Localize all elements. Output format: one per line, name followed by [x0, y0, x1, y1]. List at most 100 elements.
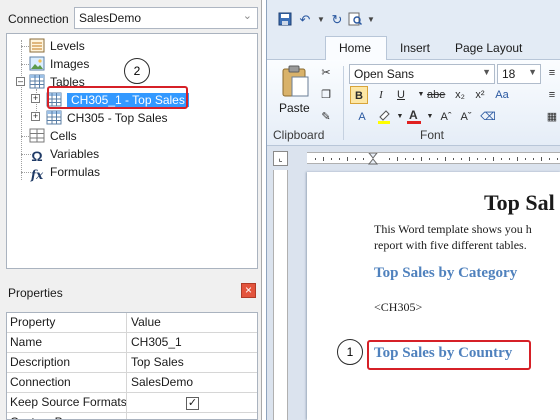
property-value[interactable]: SalesDemo: [128, 373, 257, 393]
tree-item-variables[interactable]: Ω Variables: [29, 146, 99, 164]
omega-icon: Ω: [31, 148, 43, 164]
callout-badge-2: 2: [124, 58, 150, 84]
images-icon: [29, 56, 45, 71]
heading-top-sales-by-category: Top Sales by Category: [374, 265, 518, 281]
tab-insert[interactable]: Insert: [400, 40, 430, 56]
shading-icon[interactable]: ▦: [543, 108, 560, 126]
connection-label: Connection: [8, 12, 69, 26]
tree-item-label: Levels: [50, 39, 85, 53]
underline-icon[interactable]: U: [392, 86, 410, 104]
copy-icon[interactable]: ❐: [317, 86, 335, 104]
vertical-ruler[interactable]: [273, 170, 288, 420]
format-painter-icon[interactable]: ✎: [317, 108, 335, 126]
property-header: Property: [7, 313, 127, 333]
callout-badge-1: 1: [337, 339, 363, 365]
property-row[interactable]: Custom P...: [7, 413, 257, 419]
tree-item-images[interactable]: Images: [29, 56, 89, 72]
highlight-box: [367, 340, 531, 370]
align-left-icon[interactable]: ≡: [543, 86, 560, 104]
tree-item-label: Formulas: [50, 165, 101, 179]
table-placeholder-tag: <CH305>: [374, 300, 423, 314]
levels-icon: [29, 38, 45, 53]
chevron-down-icon: ▼: [482, 67, 491, 77]
chevron-down-icon: ⌄: [242, 10, 252, 22]
property-name: Description: [7, 353, 127, 373]
bold-icon[interactable]: B: [350, 86, 368, 104]
tree-item-formulas[interactable]: fx Formulas: [29, 164, 101, 182]
print-preview-icon[interactable]: [347, 12, 363, 28]
tree-item-ch305[interactable]: CH305 - Top Sales: [46, 110, 168, 126]
ribbon-tabs: Home Insert Page Layout: [267, 36, 560, 61]
paste-button[interactable]: [277, 64, 313, 100]
keep-source-formats-checkbox[interactable]: ✓: [186, 397, 199, 410]
cut-icon[interactable]: ✂: [317, 64, 335, 82]
property-name: Custom P...: [7, 413, 127, 419]
property-row[interactable]: Name CH305_1: [7, 333, 257, 353]
table-icon: [46, 110, 62, 125]
property-name: Keep Source Formats: [7, 393, 127, 413]
strikethrough-icon[interactable]: abe: [427, 86, 445, 104]
group-separator: [343, 66, 344, 140]
paste-icon: [282, 65, 309, 97]
property-value[interactable]: CH305_1: [128, 333, 257, 353]
expand-toggle[interactable]: +: [31, 94, 40, 103]
clear-formatting-icon[interactable]: ⌫: [479, 108, 497, 126]
undo-icon[interactable]: ↶: [297, 12, 313, 28]
ruler-row: ⌞: [267, 148, 560, 168]
italic-icon[interactable]: I: [372, 86, 390, 104]
document-paragraph: This Word template shows you h report wi…: [374, 221, 532, 253]
connection-value: SalesDemo: [79, 11, 142, 25]
cells-icon: [29, 128, 45, 143]
font-name-value: Open Sans: [354, 67, 415, 81]
tab-selector-icon[interactable]: ⌞: [273, 151, 288, 166]
property-row[interactable]: Keep Source Formats ✓: [7, 393, 257, 413]
change-case-icon[interactable]: Aa: [493, 86, 511, 104]
redo-icon[interactable]: ↻: [329, 12, 345, 28]
bullets-icon[interactable]: ≡: [543, 64, 560, 82]
tree-item-label: Cells: [50, 129, 77, 143]
collapse-toggle[interactable]: –: [16, 77, 25, 86]
property-value[interactable]: Top Sales: [128, 353, 257, 373]
properties-header-row: Property Value: [7, 313, 257, 333]
svg-text:A: A: [409, 108, 418, 122]
highlight-box: [47, 86, 188, 109]
value-header: Value: [131, 315, 161, 329]
font-group-label: Font: [420, 128, 445, 142]
fx-icon: fx: [30, 168, 44, 182]
property-row[interactable]: Connection SalesDemo: [7, 373, 257, 393]
tree-item-levels[interactable]: Levels: [29, 38, 85, 54]
grow-font-icon[interactable]: Aˆ: [437, 108, 455, 126]
table-icon: [29, 74, 45, 89]
clipboard-group-label: Clipboard: [273, 128, 325, 142]
paragraph-line: This Word template shows you h: [374, 222, 532, 236]
subscript-icon[interactable]: x₂: [451, 86, 469, 104]
connection-dropdown[interactable]: SalesDemo ⌄: [74, 7, 258, 29]
tab-home-label[interactable]: Home: [339, 40, 371, 56]
chevron-down-icon[interactable]: ▼: [363, 12, 379, 28]
left-panel: Connection SalesDemo ⌄ – + + Levels Imag…: [0, 0, 262, 420]
close-icon[interactable]: ×: [241, 283, 256, 298]
chevron-down-icon[interactable]: ▼: [313, 12, 329, 28]
property-row[interactable]: Description Top Sales: [7, 353, 257, 373]
font-size-select[interactable]: 18 ▼: [497, 64, 541, 84]
tree-item-cells[interactable]: Cells: [29, 128, 77, 144]
text-effects-icon[interactable]: A: [353, 108, 371, 126]
properties-title: Properties: [8, 286, 63, 300]
property-value[interactable]: [128, 413, 257, 419]
shrink-font-icon[interactable]: Aˇ: [457, 108, 475, 126]
property-value: ✓: [128, 393, 257, 413]
tree-item-label: Images: [50, 57, 90, 71]
superscript-icon[interactable]: x²: [471, 86, 489, 104]
property-name: Connection: [7, 373, 127, 393]
save-icon[interactable]: [277, 12, 293, 28]
quick-access-toolbar: ↶ ▼ ↻ ▼: [267, 0, 560, 36]
document-title: Top Sal: [484, 190, 555, 215]
font-name-select[interactable]: Open Sans ▼: [349, 64, 495, 84]
horizontal-ruler[interactable]: [307, 152, 560, 165]
tab-page-layout[interactable]: Page Layout: [455, 40, 522, 56]
paste-label[interactable]: Paste: [279, 100, 310, 116]
ribbon: Paste ✂ ❐ ✎ Clipboard Open Sans ▼ 18 ▼ B…: [267, 60, 560, 146]
paragraph-line: report with five different tables.: [374, 238, 527, 252]
expand-toggle[interactable]: +: [31, 112, 40, 121]
chevron-down-icon: ▼: [528, 67, 537, 77]
